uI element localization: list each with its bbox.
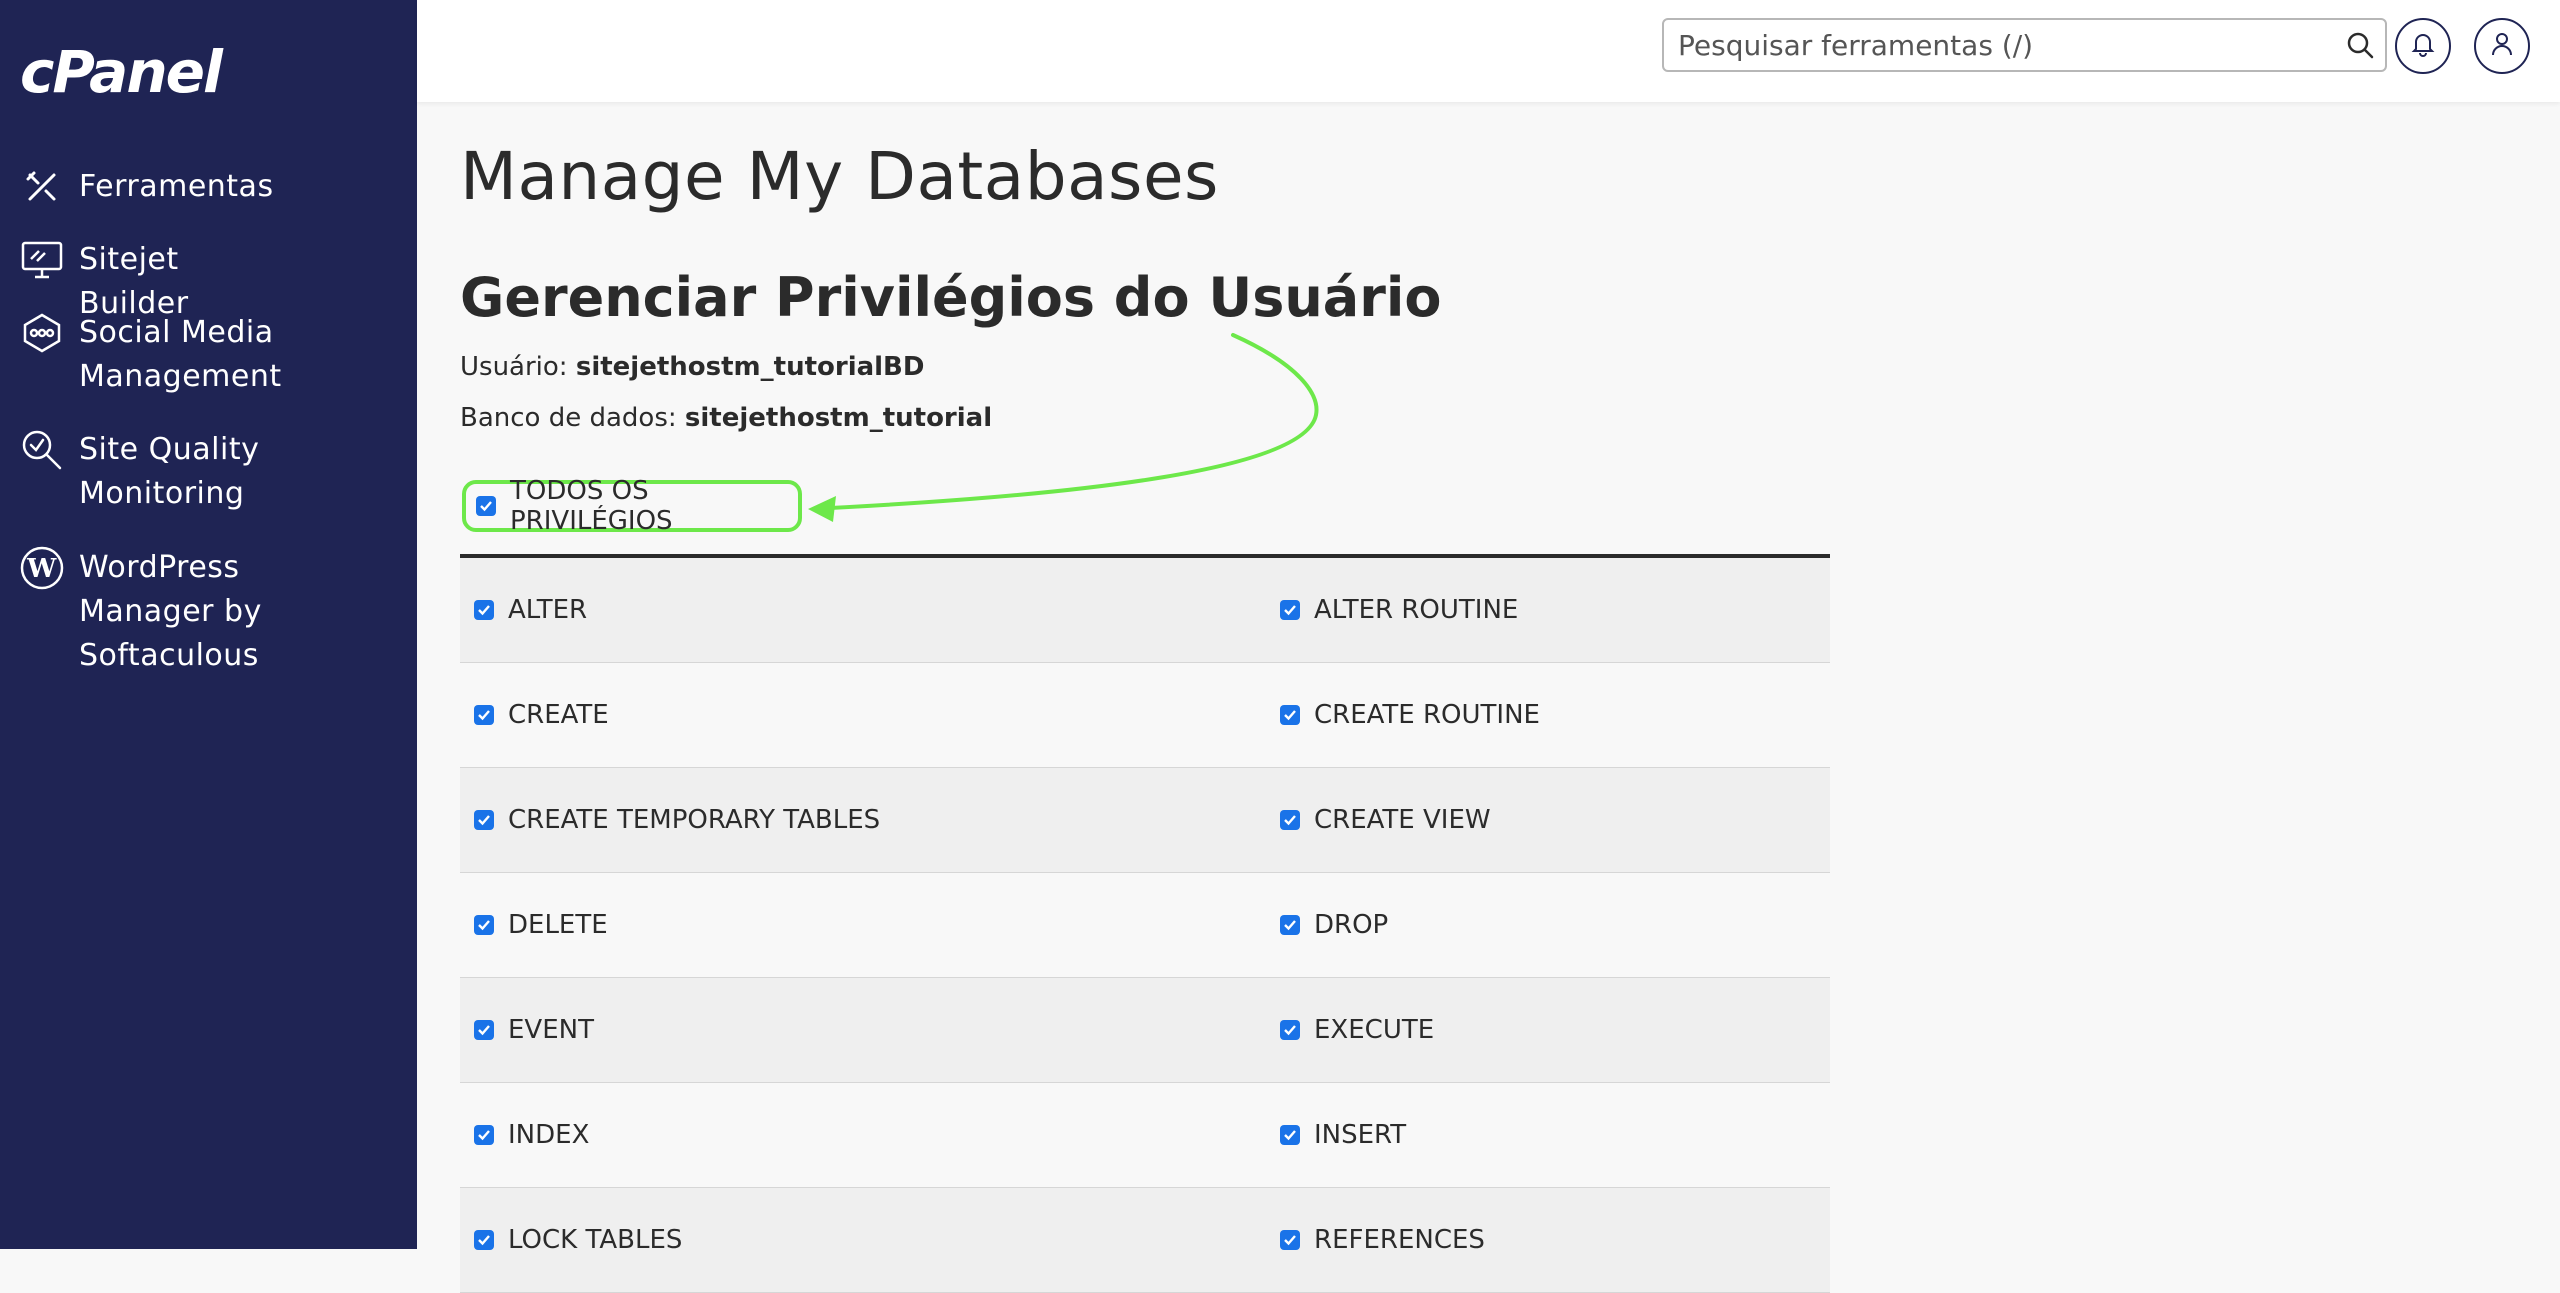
privileges-table: ALTER ALTER ROUTINE CREATE CREATE ROUTIN… — [460, 554, 1830, 1293]
privilege-checkbox[interactable] — [1280, 600, 1300, 620]
privilege-checkbox[interactable] — [474, 810, 494, 830]
privilege-option[interactable]: EVENT — [460, 1015, 1280, 1045]
table-row: INDEX INSERT — [460, 1083, 1830, 1188]
privilege-checkbox[interactable] — [474, 1125, 494, 1145]
privilege-option[interactable]: CREATE — [460, 700, 1280, 730]
privilege-checkbox[interactable] — [1280, 1020, 1300, 1040]
privilege-option[interactable]: CREATE VIEW — [1280, 805, 1830, 835]
privilege-checkbox[interactable] — [1280, 705, 1300, 725]
privilege-label: ALTER ROUTINE — [1314, 595, 1519, 625]
privilege-option[interactable]: INSERT — [1280, 1120, 1830, 1150]
privilege-checkbox[interactable] — [474, 1020, 494, 1040]
privilege-label: DROP — [1314, 910, 1389, 940]
privilege-checkbox[interactable] — [1280, 810, 1300, 830]
all-privileges-option[interactable]: TODOS OS PRIVILÉGIOS — [462, 476, 802, 536]
privilege-option[interactable]: CREATE ROUTINE — [1280, 700, 1830, 730]
privilege-label: LOCK TABLES — [508, 1225, 683, 1255]
privilege-label: EVENT — [508, 1015, 594, 1045]
privilege-label: CREATE ROUTINE — [1314, 700, 1540, 730]
table-row: CREATE CREATE ROUTINE — [460, 663, 1830, 768]
table-row: LOCK TABLES REFERENCES — [460, 1188, 1830, 1293]
privilege-option[interactable]: INDEX — [460, 1120, 1280, 1150]
table-row: CREATE TEMPORARY TABLES CREATE VIEW — [460, 768, 1830, 873]
privilege-checkbox[interactable] — [474, 705, 494, 725]
privilege-option[interactable]: REFERENCES — [1280, 1225, 1830, 1255]
privilege-label: INSERT — [1314, 1120, 1407, 1150]
privilege-label: DELETE — [508, 910, 608, 940]
privilege-label: CREATE — [508, 700, 609, 730]
privilege-option[interactable]: DROP — [1280, 910, 1830, 940]
privilege-option[interactable]: CREATE TEMPORARY TABLES — [460, 805, 1280, 835]
table-row: ALTER ALTER ROUTINE — [460, 558, 1830, 663]
privilege-option[interactable]: ALTER — [460, 595, 1280, 625]
privilege-label: CREATE VIEW — [1314, 805, 1491, 835]
privilege-option[interactable]: DELETE — [460, 910, 1280, 940]
all-privileges-label: TODOS OS PRIVILÉGIOS — [510, 476, 673, 536]
privilege-checkbox[interactable] — [474, 600, 494, 620]
privilege-label: ALTER — [508, 595, 588, 625]
all-privileges-checkbox[interactable] — [476, 496, 496, 516]
privilege-option[interactable]: ALTER ROUTINE — [1280, 595, 1830, 625]
privilege-checkbox[interactable] — [1280, 1125, 1300, 1145]
privilege-checkbox[interactable] — [1280, 915, 1300, 935]
privilege-checkbox[interactable] — [1280, 1230, 1300, 1250]
privilege-label: REFERENCES — [1314, 1225, 1485, 1255]
privilege-label: INDEX — [508, 1120, 590, 1150]
table-row: EVENT EXECUTE — [460, 978, 1830, 1083]
privilege-label: CREATE TEMPORARY TABLES — [508, 805, 881, 835]
privilege-option[interactable]: LOCK TABLES — [460, 1225, 1280, 1255]
privilege-checkbox[interactable] — [474, 915, 494, 935]
table-row: DELETE DROP — [460, 873, 1830, 978]
privilege-checkbox[interactable] — [474, 1230, 494, 1250]
privilege-label: EXECUTE — [1314, 1015, 1435, 1045]
privilege-option[interactable]: EXECUTE — [1280, 1015, 1830, 1045]
